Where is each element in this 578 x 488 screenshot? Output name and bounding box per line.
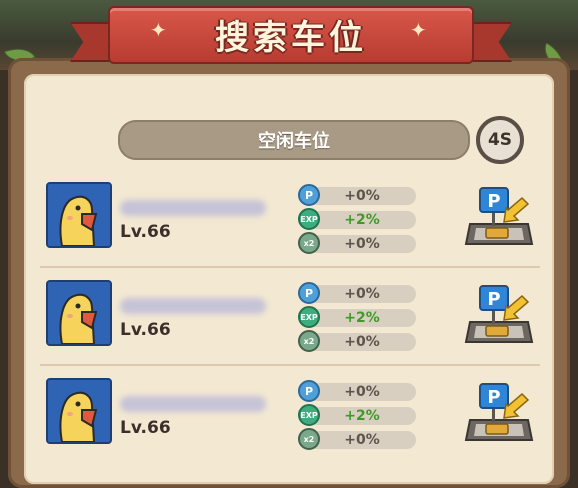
- player-level: Lv.66: [120, 320, 171, 340]
- player-level: Lv.66: [120, 418, 171, 438]
- stat-value: +0%: [344, 334, 380, 350]
- stat-value: +0%: [344, 236, 380, 252]
- double-reward-icon: x2: [298, 330, 320, 352]
- stat-parking-bonus: +0% P: [298, 184, 416, 206]
- avatar: [46, 280, 112, 346]
- svg-text:P: P: [487, 289, 500, 310]
- player-name-blurred: [120, 396, 266, 412]
- stat-value: +0%: [344, 286, 380, 302]
- stat-value: +0%: [344, 432, 380, 448]
- player-name-blurred: [120, 298, 266, 314]
- duck-avatar-icon: [48, 282, 110, 344]
- section-title: 空闲车位: [258, 131, 330, 152]
- svg-text:P: P: [487, 387, 500, 408]
- duck-avatar-icon: [48, 184, 110, 246]
- avatar: [46, 378, 112, 444]
- stat-exp-bonus: +2% EXP: [298, 404, 416, 426]
- stat-double-bonus: +0% x2: [298, 330, 416, 352]
- player-level: Lv.66: [120, 222, 171, 242]
- row-divider: [40, 364, 540, 366]
- duck-avatar-icon: [48, 380, 110, 442]
- parking-coin-icon: P: [298, 380, 320, 402]
- parking-lot-icon: P: [464, 383, 534, 441]
- stat-parking-bonus: +0% P: [298, 282, 416, 304]
- parking-coin-icon: P: [298, 184, 320, 206]
- exp-icon: EXP: [298, 404, 320, 426]
- stat-value: +0%: [344, 384, 380, 400]
- double-reward-icon: x2: [298, 428, 320, 450]
- avatar: [46, 182, 112, 248]
- parking-coin-icon: P: [298, 282, 320, 304]
- stat-value: +2%: [344, 212, 380, 228]
- stat-value: +2%: [344, 310, 380, 326]
- row-divider: [40, 266, 540, 268]
- parking-lot-icon: P: [464, 285, 534, 343]
- list-item: Lv.66 +0% P +2% EXP +0% x2 P: [40, 176, 540, 262]
- park-button[interactable]: P: [464, 282, 534, 348]
- double-reward-icon: x2: [298, 232, 320, 254]
- refresh-timer[interactable]: 4S: [476, 116, 524, 164]
- stat-parking-bonus: +0% P: [298, 380, 416, 402]
- stat-exp-bonus: +2% EXP: [298, 208, 416, 230]
- parking-lot-icon: P: [464, 187, 534, 245]
- stat-double-bonus: +0% x2: [298, 232, 416, 254]
- stat-value: +0%: [344, 188, 380, 204]
- park-button[interactable]: P: [464, 184, 534, 250]
- exp-icon: EXP: [298, 306, 320, 328]
- list-item: Lv.66 +0% P +2% EXP +0% x2 P: [40, 372, 540, 458]
- svg-text:P: P: [487, 191, 500, 212]
- player-name-blurred: [120, 200, 266, 216]
- page-title: 搜索车位: [215, 17, 367, 58]
- stat-value: +2%: [344, 408, 380, 424]
- list-item: Lv.66 +0% P +2% EXP +0% x2 P: [40, 274, 540, 360]
- stat-double-bonus: +0% x2: [298, 428, 416, 450]
- stat-exp-bonus: +2% EXP: [298, 306, 416, 328]
- park-button[interactable]: P: [464, 380, 534, 446]
- exp-icon: EXP: [298, 208, 320, 230]
